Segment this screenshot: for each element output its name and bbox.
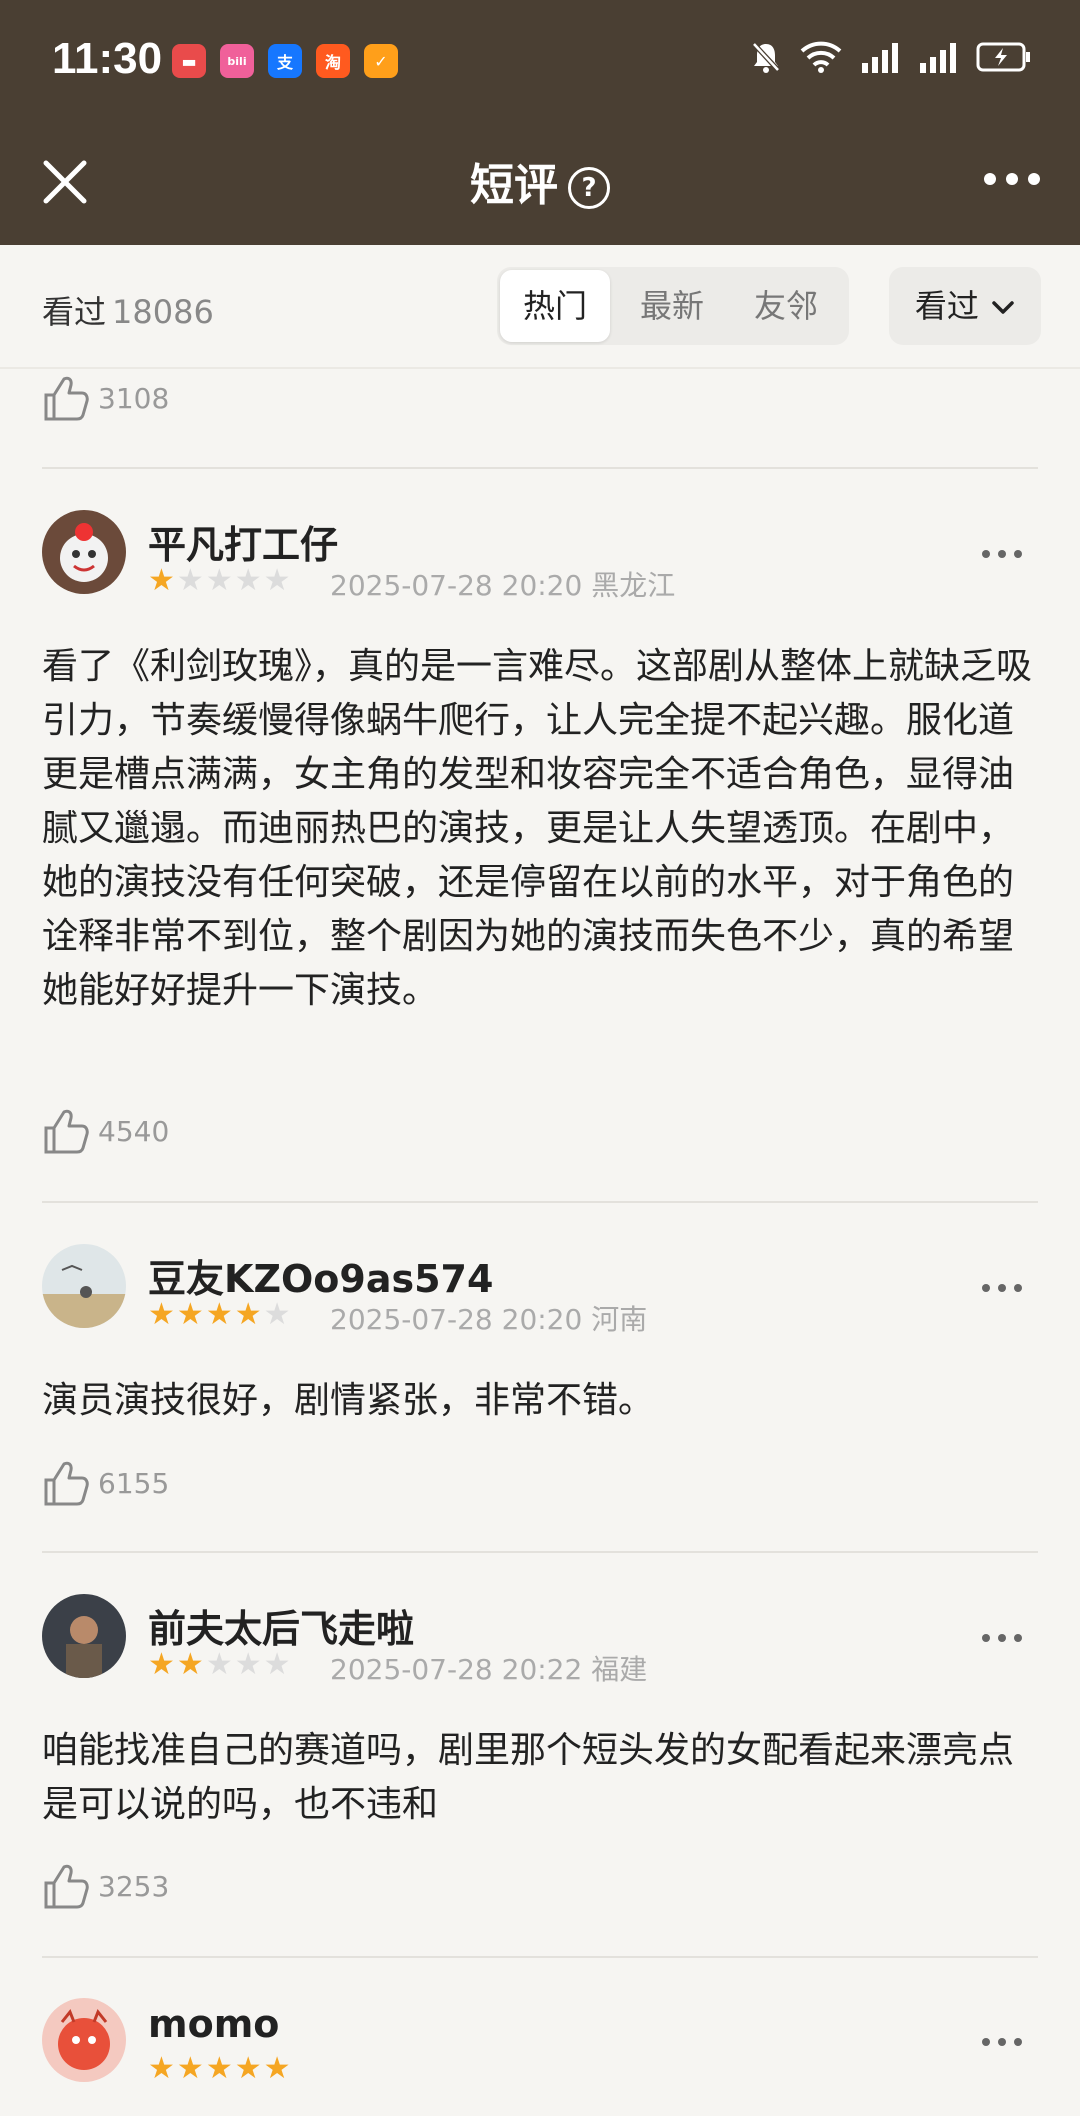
review-more-icon[interactable] [982, 550, 1022, 558]
divider [42, 1551, 1038, 1553]
star-empty-icon: ★ [263, 563, 291, 598]
like-button[interactable]: 3253 [42, 1858, 169, 1914]
signal-icon [862, 43, 898, 73]
status-bar: 11:30 ▬ bili 支 淘 ✓ [0, 0, 1080, 125]
nav-bar: 短评? [0, 125, 1080, 245]
app-icon-orange: ✓ [364, 44, 398, 78]
help-icon[interactable]: ? [568, 167, 610, 209]
like-button[interactable]: 6155 [42, 1455, 169, 1511]
like-count: 3253 [98, 1869, 170, 1903]
divider [42, 1201, 1038, 1203]
star-filled-icon: ★ [148, 1297, 175, 1332]
star-filled-icon: ★ [176, 1647, 204, 1682]
taobao-icon: 淘 [316, 44, 350, 78]
page-title-text: 短评 [470, 160, 558, 211]
review-date: 2025-07-28 20:20 [330, 1303, 583, 1336]
divider [42, 467, 1038, 469]
star-empty-icon: ★ [205, 563, 233, 598]
seen-label: 看过 [42, 293, 107, 331]
seen-count: 18086 [112, 293, 214, 331]
notification-icons: ▬ bili 支 淘 ✓ [172, 44, 398, 78]
star-empty-icon: ★ [234, 1647, 262, 1682]
reviewer-name[interactable]: 前夫太后飞走啦 [148, 1598, 414, 1653]
star-filled-icon: ★ [263, 2051, 291, 2086]
review-text: 咱能找准自己的赛道吗，剧里那个短头发的女配看起来漂亮点是可以说的吗，也不违和 [42, 1730, 1015, 1825]
star-empty-icon: ★ [205, 1647, 233, 1682]
review-more-icon[interactable] [982, 2038, 1022, 2046]
thumbs-up-icon [44, 1864, 89, 1909]
star-filled-icon: ★ [205, 2051, 233, 2086]
more-options-icon[interactable] [984, 173, 1040, 185]
review-location: 黑龙江 [591, 569, 676, 602]
star-filled-icon: ★ [176, 2051, 204, 2086]
chevron-down-icon [992, 301, 1014, 314]
sort-tabs: 热门 最新 友邻 [497, 267, 849, 345]
signal-icon-2 [920, 43, 956, 73]
like-count: 3108 [98, 381, 170, 415]
star-filled-icon: ★ [148, 1647, 175, 1682]
rating-stars: ★ ★ ★ ★ ★ [148, 1300, 291, 1330]
filter-bar: 看过 18086 热门 最新 友邻 看过 [0, 245, 1080, 369]
review-meta: 2025-07-28 20:20 黑龙江 [330, 564, 675, 604]
reviewer-name[interactable]: 平凡打工仔 [148, 514, 338, 569]
system-icons [750, 40, 1032, 74]
rating-stars: ★ ★ ★ ★ ★ [148, 1650, 291, 1680]
dropdown-label: 看过 [914, 287, 979, 325]
mute-bell-icon [752, 42, 780, 73]
tab-hot[interactable]: 热门 [500, 270, 610, 342]
wifi-icon [800, 41, 842, 73]
review-more-icon[interactable] [982, 1284, 1022, 1292]
alipay-icon: 支 [268, 44, 302, 78]
seen-count-label: 看过 18086 [42, 287, 214, 333]
thumbs-up-icon [44, 1109, 89, 1154]
avatar[interactable] [42, 1244, 126, 1328]
review-location: 河南 [591, 1303, 648, 1336]
review-meta: 2025-07-28 20:22 福建 [330, 1648, 647, 1688]
star-filled-icon: ★ [205, 1297, 233, 1332]
avatar[interactable] [42, 1594, 126, 1678]
review-meta: 2025-07-28 20:20 河南 [330, 1298, 647, 1338]
page-title: 短评? [0, 149, 1080, 213]
review-date: 2025-07-28 20:20 [330, 569, 583, 602]
thumbs-up-icon [44, 1461, 89, 1506]
app-notification-icon: ▬ [172, 44, 206, 78]
like-button[interactable]: 4540 [42, 1103, 169, 1159]
review-more-icon[interactable] [982, 1634, 1022, 1642]
star-empty-icon: ★ [263, 1297, 291, 1332]
star-filled-icon: ★ [234, 1297, 262, 1332]
star-empty-icon: ★ [234, 563, 262, 598]
avatar[interactable] [42, 510, 126, 594]
star-filled-icon: ★ [148, 2051, 175, 2086]
like-count: 6155 [98, 1466, 170, 1500]
star-empty-icon: ★ [263, 1647, 291, 1682]
reviewer-name[interactable]: momo [148, 2002, 279, 2046]
like-count: 4540 [98, 1114, 170, 1148]
bilibili-icon: bili [220, 44, 254, 78]
star-empty-icon: ★ [176, 563, 204, 598]
star-filled-icon: ★ [176, 1297, 204, 1332]
review-text: 看了《利剑玫瑰》，真的是一言难尽。这部剧从整体上就缺乏吸引力，节奏缓慢得像蜗牛爬… [42, 646, 1033, 1011]
tab-friends[interactable]: 友邻 [731, 267, 841, 345]
reviewer-name[interactable]: 豆友KZOo9as574 [148, 1248, 493, 1303]
rating-stars: ★ ★ ★ ★ ★ [148, 2054, 291, 2084]
review-location: 福建 [591, 1653, 648, 1686]
battery-icon [976, 42, 1030, 72]
divider [42, 1956, 1038, 1958]
like-button[interactable]: 3108 [42, 370, 169, 426]
avatar[interactable] [42, 1998, 126, 2082]
review-date: 2025-07-28 20:22 [330, 1653, 583, 1686]
star-filled-icon: ★ [234, 2051, 262, 2086]
thumbs-up-icon [44, 376, 89, 421]
seen-filter-dropdown[interactable]: 看过 [889, 267, 1041, 345]
tab-latest[interactable]: 最新 [617, 267, 727, 345]
status-time: 11:30 [52, 34, 163, 83]
star-filled-icon: ★ [148, 563, 175, 598]
review-text: 演员演技很好，剧情紧张，非常不错。 [42, 1380, 655, 1421]
rating-stars: ★ ★ ★ ★ ★ [148, 566, 291, 596]
